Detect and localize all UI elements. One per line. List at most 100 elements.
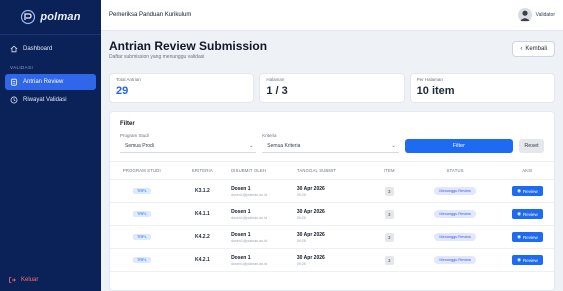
submit-time: 09:26 [296,215,306,220]
review-button[interactable]: ◉ Review [512,255,543,265]
home-icon [10,45,18,53]
eye-icon: ◉ [517,188,521,193]
sidebar-item-dashboard[interactable]: Dashboard [5,41,96,57]
review-button-label: Review [523,188,538,194]
sidebar-item-riwayat-validasi[interactable]: Riwayat Validasi [5,92,96,108]
main-area: Pemeriksa Panduan Kurikulum Validator An… [101,0,563,291]
chevron-down-icon: ⌄ [391,143,396,149]
filter-row: Program Studi Semua Prodi ⌄ Kriteria Sem… [120,133,544,153]
submit-date: 30 Apr 2026 [296,231,325,238]
stat-per-halaman: Per Halaman 10 item [409,73,555,103]
sidebar: polman Dashboard VALIDASI Antrian Review [0,0,101,291]
sidebar-section-label: VALIDASI [10,65,34,70]
prodi-filter-group: Program Studi Semua Prodi ⌄ [120,133,257,153]
kriteria-code: K3.1.2 [195,188,210,194]
back-button-label: Kembali [525,46,547,52]
submit-time: 09:26 [296,261,306,266]
page-header: Antrian Review Submission Daftar submiss… [109,39,555,73]
user-name: Validator [535,12,555,18]
stat-halaman: Halaman 1 / 3 [259,73,405,103]
kriteria-code: K4.2.2 [195,234,210,240]
eye-icon: ◉ [517,234,521,239]
filter-section: Filter Program Studi Semua Prodi ⌄ Krite… [110,112,554,161]
status-badge: Menunggu Review [434,256,476,264]
kriteria-select-value: Semua Kriteria [267,143,301,149]
back-button[interactable]: ‹ Kembali [512,41,555,57]
topbar-title: Pemeriksa Panduan Kurikulum [109,12,192,18]
table-row: TRPL K4.2.1 Dosen 1 dosen1@polman.ac.id 3… [110,248,554,272]
logout-button[interactable]: Keluar [8,276,38,284]
stat-total-antrian: Total Antrian 29 [109,73,255,103]
review-button[interactable]: ◉ Review [512,209,543,219]
column-header: ITEM [369,161,410,180]
submit-time: 09:26 [296,238,306,243]
kriteria-filter-label: Kriteria [262,133,277,138]
prodi-badge: TRPL [133,188,151,194]
item-count: 3 [384,232,394,242]
eye-icon: ◉ [517,257,521,262]
column-header: AKSI [500,161,554,180]
submitter-email: dosen1@polman.ac.id [231,215,267,220]
stat-label: Halaman [266,77,285,82]
column-header: TANGGAL SUBMIT [296,161,370,180]
kriteria-code: K4.2.1 [195,257,210,263]
page-content: Antrian Review Submission Daftar submiss… [101,31,563,291]
page-subtitle: Daftar submission yang menunggu validasi [109,54,205,60]
submitter-name: Dosen 1 [231,185,251,192]
kriteria-filter-group: Kriteria Semua Kriteria ⌄ [262,133,399,153]
status-badge: Menunggu Review [434,187,476,195]
chevron-down-icon: ⌄ [249,143,254,149]
submit-date: 30 Apr 2026 [296,208,325,215]
brand[interactable]: polman [0,0,101,35]
prodi-filter-label: Program Studi [120,133,149,138]
prodi-select[interactable]: Semua Prodi ⌄ [120,140,257,153]
table-row: TRPL K4.2.2 Dosen 1 dosen1@polman.ac.id 3… [110,225,554,249]
table-row: TRPL K4.1.1 Dosen 1 dosen1@polman.ac.id 3… [110,202,554,226]
eye-icon: ◉ [517,211,521,216]
status-badge: Menunggu Review [434,233,476,241]
status-badge: Menunggu Review [434,210,476,218]
brand-name: polman [40,11,81,23]
submit-date: 30 Apr 2026 [296,185,325,192]
prodi-badge: TRPL [133,257,151,263]
review-button[interactable]: ◉ Review [512,186,543,196]
prodi-select-value: Semua Prodi [125,143,154,149]
submit-date: 30 Apr 2026 [296,254,325,261]
reset-button[interactable]: Reset [519,139,544,153]
stats-row: Total Antrian 29 Halaman 1 / 3 Per Halam… [109,73,555,103]
logout-icon [8,276,16,284]
stat-value: 29 [116,85,129,97]
stat-value: 1 / 3 [266,85,288,97]
page-title: Antrian Review Submission [109,39,268,53]
clock-icon [10,96,18,104]
avatar [517,8,532,22]
submitter-email: dosen1@polman.ac.id [231,238,267,243]
submitter-name: Dosen 1 [231,208,251,215]
table-header: PROGRAM STUDI KRITERIA DISUBMIT OLEH TAN… [110,161,554,180]
stat-label: Per Halaman [416,77,443,82]
kriteria-select[interactable]: Semua Kriteria ⌄ [262,140,399,153]
column-header: PROGRAM STUDI [110,161,174,180]
sidebar-nav: Dashboard VALIDASI Antrian Review Riwaya… [0,35,101,116]
submitter-name: Dosen 1 [231,254,251,261]
submission-panel: Filter Program Studi Semua Prodi ⌄ Krite… [109,111,555,291]
review-button-label: Review [523,257,538,263]
stat-label: Total Antrian [116,77,141,82]
filter-title: Filter [120,121,135,127]
filter-button[interactable]: Filter [404,139,514,153]
review-button-label: Review [523,211,538,217]
submitter-email: dosen1@polman.ac.id [231,192,267,197]
submission-table: PROGRAM STUDI KRITERIA DISUBMIT OLEH TAN… [110,161,554,272]
user-menu[interactable]: Validator [517,8,555,22]
kriteria-code: K4.1.1 [195,211,210,217]
review-button[interactable]: ◉ Review [512,232,543,242]
sidebar-item-antrian-review[interactable]: Antrian Review [5,74,96,90]
column-header: KRITERIA [173,161,232,180]
submit-time: 09:26 [296,192,306,197]
logout-label: Keluar [21,277,39,283]
submitter-email: dosen1@polman.ac.id [231,261,267,266]
prodi-badge: TRPL [133,211,151,217]
sidebar-item-label: Riwayat Validasi [23,97,67,103]
clipboard-icon [10,78,18,86]
app-root: polman Dashboard VALIDASI Antrian Review [0,0,563,291]
